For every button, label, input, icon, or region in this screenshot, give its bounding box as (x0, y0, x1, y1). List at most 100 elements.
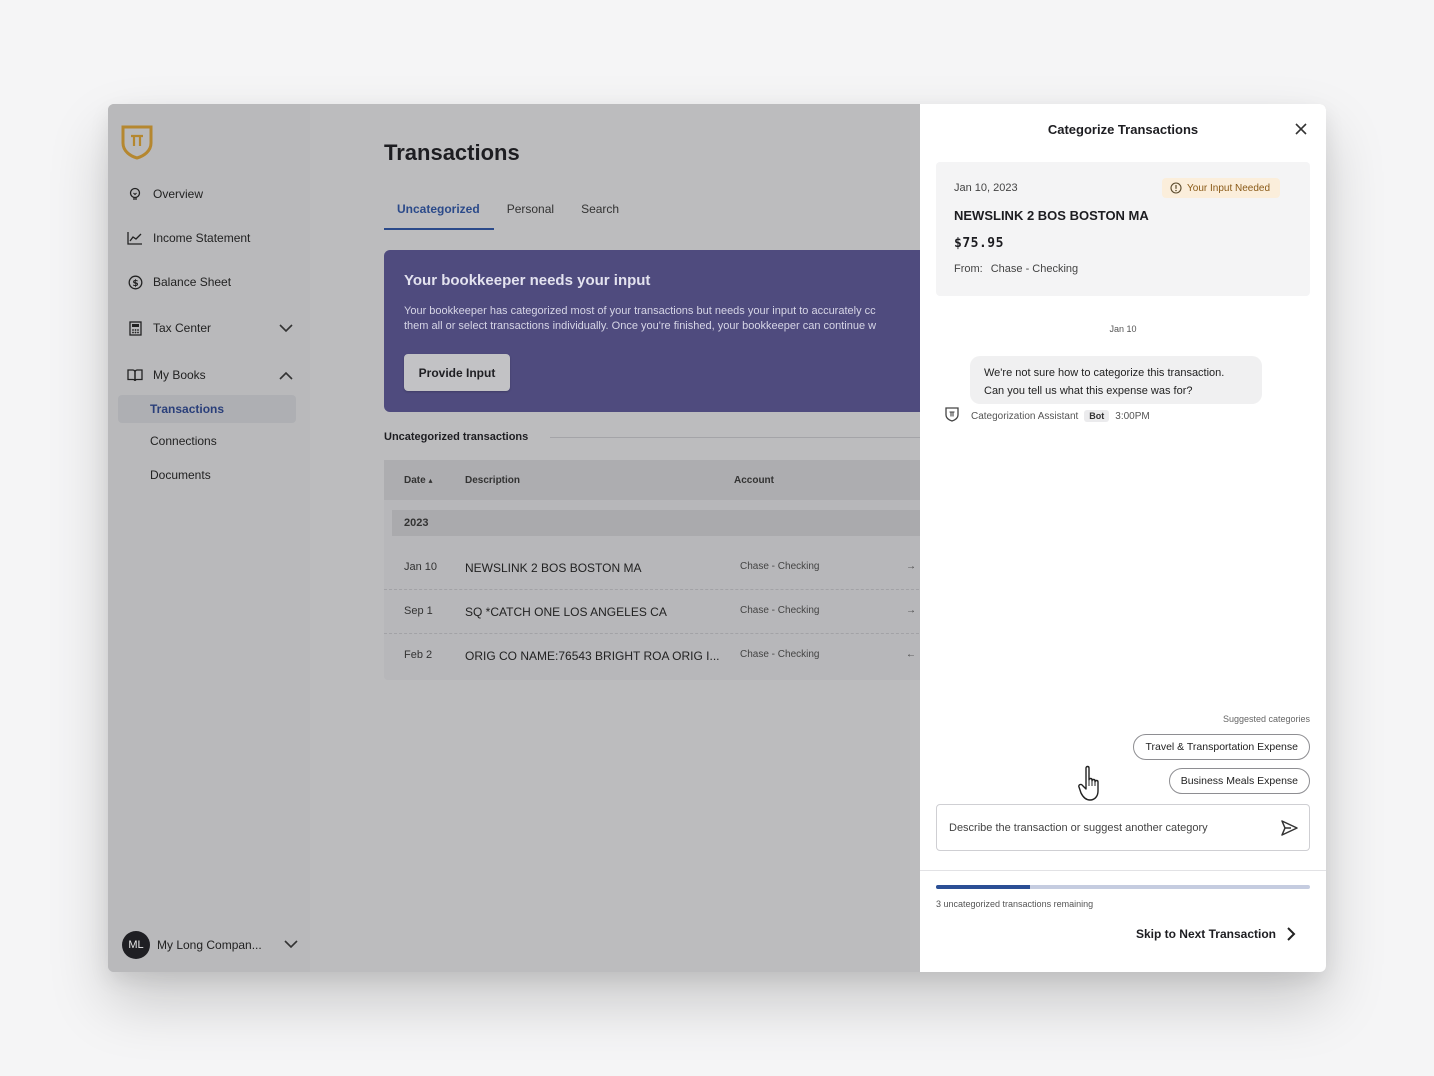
line-chart-icon (122, 231, 148, 245)
bot-message: We're not sure how to categorize this tr… (970, 356, 1262, 404)
tab-bar: Uncategorized Personal Search (384, 198, 633, 230)
column-header-description: Description (465, 475, 521, 486)
banner-text: Your bookkeeper has categorized most of … (404, 304, 924, 334)
message-line: Can you tell us what this expense was fo… (984, 385, 1193, 397)
row-date: Sep 1 (404, 605, 433, 617)
dollar-circle-icon: $ (122, 275, 148, 290)
chevron-up-icon[interactable] (276, 371, 296, 380)
sidebar-item-overview[interactable]: Overview (118, 180, 296, 208)
message-meta: Categorization Assistant Bot 3:00PM (971, 410, 1150, 422)
from-label: From: (954, 263, 983, 275)
company-name: My Long Compan... (157, 938, 262, 952)
categorize-panel: Categorize Transactions Jan 10, 2023 You… (920, 104, 1326, 972)
sort-indicator-icon: ▴ (428, 476, 433, 485)
transaction-source: From: Chase - Checking (954, 263, 1078, 275)
banner-text-line: them all or select transactions individu… (404, 320, 877, 332)
row-account: Chase - Checking (740, 605, 820, 616)
lightbulb-icon (122, 187, 148, 201)
sidebar-item-label: Overview (153, 187, 204, 201)
suggestion-chip-travel[interactable]: Travel & Transportation Expense (1133, 734, 1310, 760)
remaining-count: 3 uncategorized transactions remaining (936, 899, 1094, 909)
row-description: ORIG CO NAME:76543 BRIGHT ROA ORIG I... (465, 649, 720, 663)
banner-title: Your bookkeeper needs your input (404, 272, 651, 289)
send-icon[interactable] (1269, 818, 1309, 838)
column-header-account: Account (734, 475, 774, 486)
table-header: Date ▴ Description Account (384, 460, 924, 500)
table-row[interactable]: Sep 1 SQ *CATCH ONE LOS ANGELES CA Chase… (384, 590, 924, 634)
close-icon[interactable] (1292, 120, 1310, 138)
row-description: SQ *CATCH ONE LOS ANGELES CA (465, 605, 667, 619)
hand-cursor-icon (1078, 765, 1104, 808)
main-content: Transactions Uncategorized Personal Sear… (310, 104, 944, 972)
sidebar-item-my-books[interactable]: My Books (118, 361, 296, 389)
chevron-down-icon[interactable] (276, 323, 296, 333)
sidebar-subitem-documents[interactable]: Documents (118, 461, 296, 489)
panel-title: Categorize Transactions (1047, 122, 1199, 137)
sidebar-subitem-connections[interactable]: Connections (118, 427, 296, 455)
chevron-right-icon (1287, 927, 1296, 941)
skip-label: Skip to Next Transaction (1135, 927, 1276, 941)
column-header-label: Date (404, 475, 426, 486)
progress-bar (936, 885, 1310, 889)
account-switcher[interactable]: ML My Long Compan... (122, 930, 298, 960)
tab-search[interactable]: Search (568, 198, 633, 230)
sidebar: Overview Income Statement $ Balance Shee… (108, 104, 310, 972)
brand-logo-icon[interactable] (120, 124, 154, 160)
row-date: Feb 2 (404, 649, 433, 661)
transactions-table: Date ▴ Description Account 2023 Jan 10 N… (384, 460, 924, 680)
from-value: Chase - Checking (990, 263, 1079, 275)
sidebar-item-tax-center[interactable]: Tax Center (118, 314, 296, 342)
divider (920, 870, 1326, 871)
arrow-right-icon: → (906, 605, 916, 616)
table-row[interactable]: Feb 2 ORIG CO NAME:76543 BRIGHT ROA ORIG… (384, 634, 924, 678)
transaction-card: Jan 10, 2023 Your Input Needed NEWSLINK … (936, 162, 1310, 296)
divider (550, 437, 920, 438)
chat-date: Jan 10 (1109, 324, 1137, 334)
sidebar-item-label: My Books (153, 368, 206, 382)
input-needed-banner: Your bookkeeper needs your input Your bo… (384, 250, 944, 412)
chevron-down-icon (284, 938, 298, 952)
banner-text-line: Your bookkeeper has categorized most of … (404, 305, 876, 317)
provide-input-button[interactable]: Provide Input (404, 354, 510, 391)
sidebar-item-label: Income Statement (153, 231, 251, 245)
row-account: Chase - Checking (740, 561, 820, 572)
page-title: Transactions (384, 140, 520, 165)
badge-label: Your Input Needed (1187, 182, 1271, 194)
transaction-amount: $75.95 (954, 236, 1004, 251)
sidebar-item-label: Balance Sheet (153, 275, 232, 289)
section-title: Uncategorized transactions (384, 431, 529, 443)
message-time: 3:00PM (1115, 410, 1150, 422)
skip-button[interactable]: Skip to Next Transaction (1136, 926, 1296, 942)
suggestion-chip-meals[interactable]: Business Meals Expense (1168, 768, 1310, 794)
svg-text:$: $ (132, 279, 138, 289)
calculator-icon (122, 320, 148, 336)
tab-uncategorized[interactable]: Uncategorized (384, 198, 494, 230)
row-account: Chase - Checking (740, 649, 820, 660)
transaction-name: NEWSLINK 2 BOS BOSTON MA (954, 208, 1149, 223)
bot-tag: Bot (1084, 410, 1110, 422)
arrow-right-icon: → (906, 561, 916, 572)
message-line: We're not sure how to categorize this tr… (984, 367, 1225, 379)
bot-avatar-icon (944, 406, 960, 427)
sidebar-item-balance-sheet[interactable]: $ Balance Sheet (118, 268, 296, 296)
category-input[interactable] (949, 821, 1269, 834)
column-header-date[interactable]: Date ▴ (404, 475, 432, 486)
suggested-categories-label: Suggested categories (1222, 714, 1310, 724)
sidebar-item-label: Tax Center (153, 321, 212, 335)
info-circle-icon (1170, 182, 1182, 194)
tab-personal[interactable]: Personal (494, 198, 568, 230)
avatar: ML (122, 931, 150, 959)
book-icon (122, 368, 148, 382)
year-group-header: 2023 (392, 510, 924, 536)
row-description: NEWSLINK 2 BOS BOSTON MA (465, 561, 642, 575)
progress-fill (936, 885, 1030, 889)
app-window: Overview Income Statement $ Balance Shee… (108, 104, 1326, 972)
row-date: Jan 10 (404, 561, 438, 573)
sidebar-item-income-statement[interactable]: Income Statement (118, 224, 296, 252)
status-badge: Your Input Needed (1162, 178, 1281, 198)
sidebar-subitem-transactions[interactable]: Transactions (118, 395, 296, 423)
sender-name: Categorization Assistant (971, 410, 1079, 422)
transaction-date: Jan 10, 2023 (954, 182, 1018, 194)
table-row[interactable]: Jan 10 NEWSLINK 2 BOS BOSTON MA Chase - … (384, 546, 924, 590)
message-composer (936, 804, 1310, 851)
